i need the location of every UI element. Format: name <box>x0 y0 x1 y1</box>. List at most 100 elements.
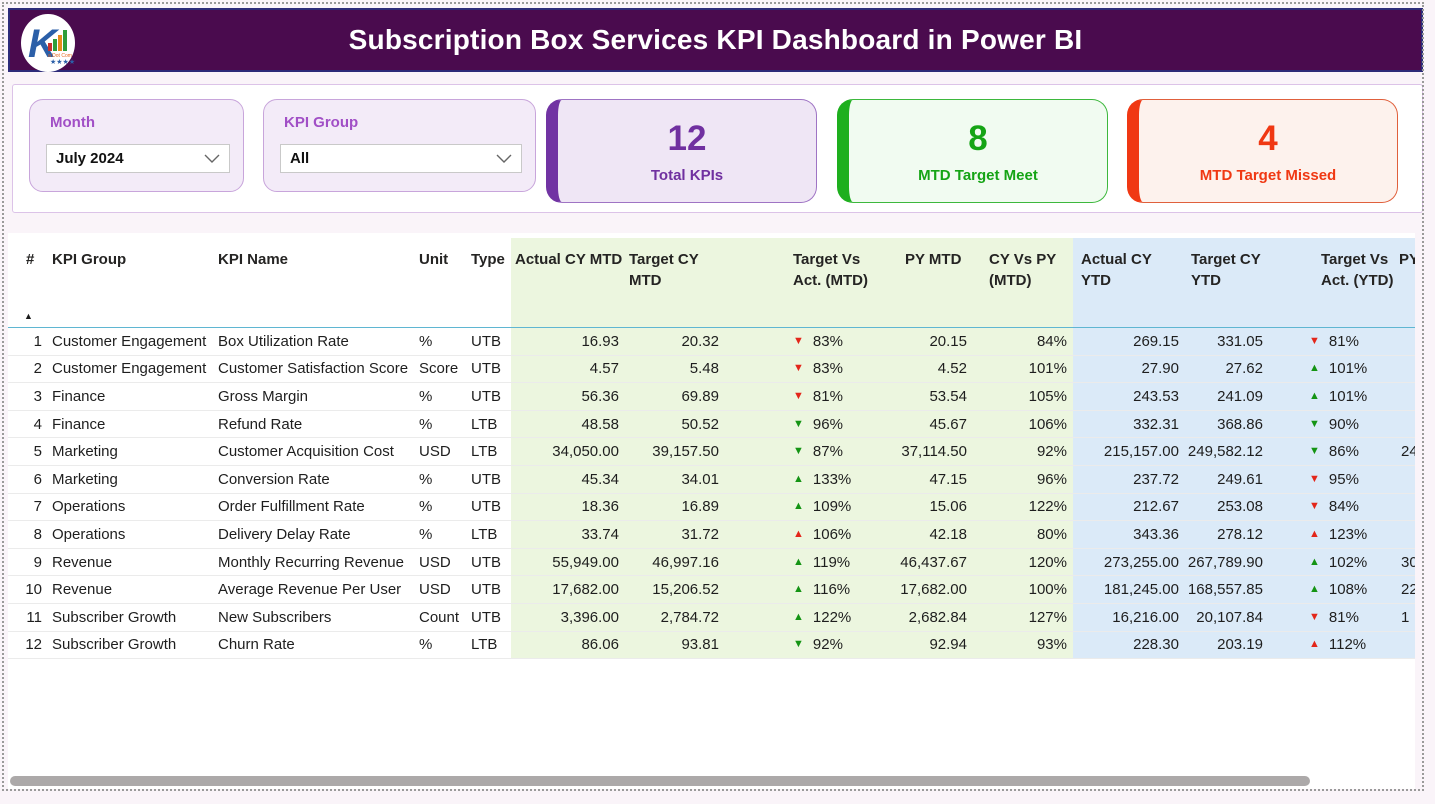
logo-icon: K a Dot Com ★★★★★ <box>20 13 76 73</box>
trend-up-icon: ▲ <box>1309 639 1320 650</box>
trend-up-icon: ▲ <box>793 557 804 568</box>
cell-tva_ytd: ▲123% <box>1305 521 1397 548</box>
cell-target_ytd: 267,789.90 <box>1185 549 1269 576</box>
sort-ascending-icon[interactable]: ▲ <box>24 311 33 321</box>
table-row[interactable]: 5MarketingCustomer Acquisition CostUSDLT… <box>8 438 1415 466</box>
table-row[interactable]: 11Subscriber GrowthNew SubscribersCountU… <box>8 604 1415 632</box>
table-row[interactable]: 2Customer EngagementCustomer Satisfactio… <box>8 356 1415 384</box>
cell-py_mtd: 37,114.50 <box>875 438 973 465</box>
cell-type: UTB <box>467 494 511 521</box>
cell-tva_mtd: ▼83% <box>725 356 875 383</box>
cell-cyvspy_mtd: 127% <box>973 604 1073 631</box>
cell-actual_ytd: 27.90 <box>1073 356 1185 383</box>
cell-actual_mtd: 55,949.00 <box>511 549 625 576</box>
cell-name: Refund Rate <box>214 411 415 438</box>
table-row[interactable]: 4FinanceRefund Rate%LTB48.5850.52▼96%45.… <box>8 411 1415 439</box>
cell-tva_mtd: ▼81% <box>725 383 875 410</box>
column-header-unit[interactable]: Unit <box>415 238 467 327</box>
cell-actual_ytd: 16,216.00 <box>1073 604 1185 631</box>
cell-num: 7 <box>22 494 48 521</box>
cell-actual_ytd: 228.30 <box>1073 632 1185 659</box>
cell-actual_ytd: 273,255.00 <box>1073 549 1185 576</box>
column-header-tva_ytd[interactable]: Target Vs Act. (YTD) <box>1305 238 1397 327</box>
table-row[interactable]: 8OperationsDelivery Delay Rate%LTB33.743… <box>8 521 1415 549</box>
cell-unit: % <box>415 383 467 410</box>
cell-target_mtd: 69.89 <box>625 383 725 410</box>
table-row[interactable]: 3FinanceGross Margin%UTB56.3669.89▼81%53… <box>8 383 1415 411</box>
trend-up-icon: ▲ <box>1309 557 1320 568</box>
cell-num: 4 <box>22 411 48 438</box>
cell-unit: % <box>415 466 467 493</box>
cell-target_ytd: 241.09 <box>1185 383 1269 410</box>
column-header-label: PY MTD <box>905 249 973 270</box>
month-dropdown[interactable]: July 2024 <box>46 144 230 173</box>
cell-num: 3 <box>22 383 48 410</box>
cell-group: Customer Engagement <box>48 328 214 355</box>
cell-name: Churn Rate <box>214 632 415 659</box>
cell-py_mtd: 47.15 <box>875 466 973 493</box>
chevron-down-icon[interactable] <box>204 150 220 167</box>
trend-down-icon: ▼ <box>1309 501 1320 512</box>
cell-type: UTB <box>467 604 511 631</box>
cell-tva_mtd: ▼92% <box>725 632 875 659</box>
column-header-tva_mtd[interactable]: Target Vs Act. (MTD) <box>725 238 875 327</box>
cell-tva_mtd-value: 83% <box>813 333 843 350</box>
cell-actual_mtd: 17,682.00 <box>511 576 625 603</box>
table-row[interactable]: 6MarketingConversion Rate%UTB45.3434.01▲… <box>8 466 1415 494</box>
column-header-type[interactable]: Type <box>467 238 511 327</box>
cell-py_mtd: 53.54 <box>875 383 973 410</box>
column-header-py_mtd[interactable]: PY MTD <box>875 238 973 327</box>
table-row[interactable]: 10RevenueAverage Revenue Per UserUSDUTB1… <box>8 576 1415 604</box>
cell-actual_ytd: 212.67 <box>1073 494 1185 521</box>
column-header-label: Target Vs Act. (MTD) <box>793 249 875 291</box>
table-row[interactable]: 7OperationsOrder Fulfillment Rate%UTB18.… <box>8 494 1415 522</box>
column-header-target_ytd[interactable]: Target CY YTD <box>1185 238 1269 327</box>
cell-name: Delivery Delay Rate <box>214 521 415 548</box>
cell-py_ytd: 30 <box>1397 549 1415 576</box>
cell-tva_mtd: ▲116% <box>725 576 875 603</box>
column-header-group[interactable]: KPI Group <box>48 238 214 327</box>
column-header-actual_ytd[interactable]: Actual CY YTD <box>1073 238 1185 327</box>
cell-py_mtd: 45.67 <box>875 411 973 438</box>
page-title: Subscription Box Services KPI Dashboard … <box>349 24 1083 56</box>
trend-down-icon: ▼ <box>793 391 804 402</box>
cell-group: Marketing <box>48 438 214 465</box>
mtd-target-meet-label: MTD Target Meet <box>918 167 1038 184</box>
column-header-target_mtd[interactable]: Target CY MTD <box>625 238 725 327</box>
cell-actual_mtd: 48.58 <box>511 411 625 438</box>
kpi-group-filter-label: KPI Group <box>284 114 358 131</box>
cell-group: Operations <box>48 521 214 548</box>
column-header-name[interactable]: KPI Name <box>214 238 415 327</box>
column-header-label: PY <box>1399 249 1415 270</box>
cell-tva_ytd-value: 86% <box>1329 443 1359 460</box>
cell-tva_ytd-value: 95% <box>1329 471 1359 488</box>
table-row[interactable]: 9RevenueMonthly Recurring RevenueUSDUTB5… <box>8 549 1415 577</box>
trend-down-icon: ▼ <box>1309 612 1320 623</box>
cell-type: LTB <box>467 411 511 438</box>
cell-tva_ytd: ▼86% <box>1305 438 1397 465</box>
svg-text:★★★★★: ★★★★★ <box>50 58 76 66</box>
column-header-py_ytd[interactable]: PY <box>1397 238 1415 327</box>
cell-tva_mtd-value: 122% <box>813 609 851 626</box>
cell-num: 9 <box>22 549 48 576</box>
table-row[interactable]: 1Customer EngagementBox Utilization Rate… <box>8 328 1415 356</box>
cell-py_ytd: 1 <box>1397 604 1415 631</box>
cell-tva_ytd-value: 108% <box>1329 581 1367 598</box>
cell-tva_mtd-value: 116% <box>813 581 850 598</box>
cell-tva_ytd: ▲101% <box>1305 356 1397 383</box>
cell-tva_mtd: ▲133% <box>725 466 875 493</box>
cell-tva_ytd-value: 102% <box>1329 554 1367 571</box>
cell-cyvspy_mtd: 92% <box>973 438 1073 465</box>
column-header-cyvspy_mtd[interactable]: CY Vs PY (MTD) <box>973 238 1073 327</box>
cell-spacer <box>1269 411 1305 438</box>
trend-up-icon: ▲ <box>1309 363 1320 374</box>
cell-tva_ytd: ▲101% <box>1305 383 1397 410</box>
cell-target_mtd: 16.89 <box>625 494 725 521</box>
cell-unit: Count <box>415 604 467 631</box>
kpi-group-dropdown[interactable]: All <box>280 144 522 173</box>
table-row[interactable]: 12Subscriber GrowthChurn Rate%LTB86.0693… <box>8 632 1415 660</box>
horizontal-scrollbar[interactable] <box>10 776 1310 786</box>
column-header-actual_mtd[interactable]: Actual CY MTD <box>511 238 625 327</box>
cell-cyvspy_mtd: 93% <box>973 632 1073 659</box>
chevron-down-icon[interactable] <box>496 150 512 167</box>
